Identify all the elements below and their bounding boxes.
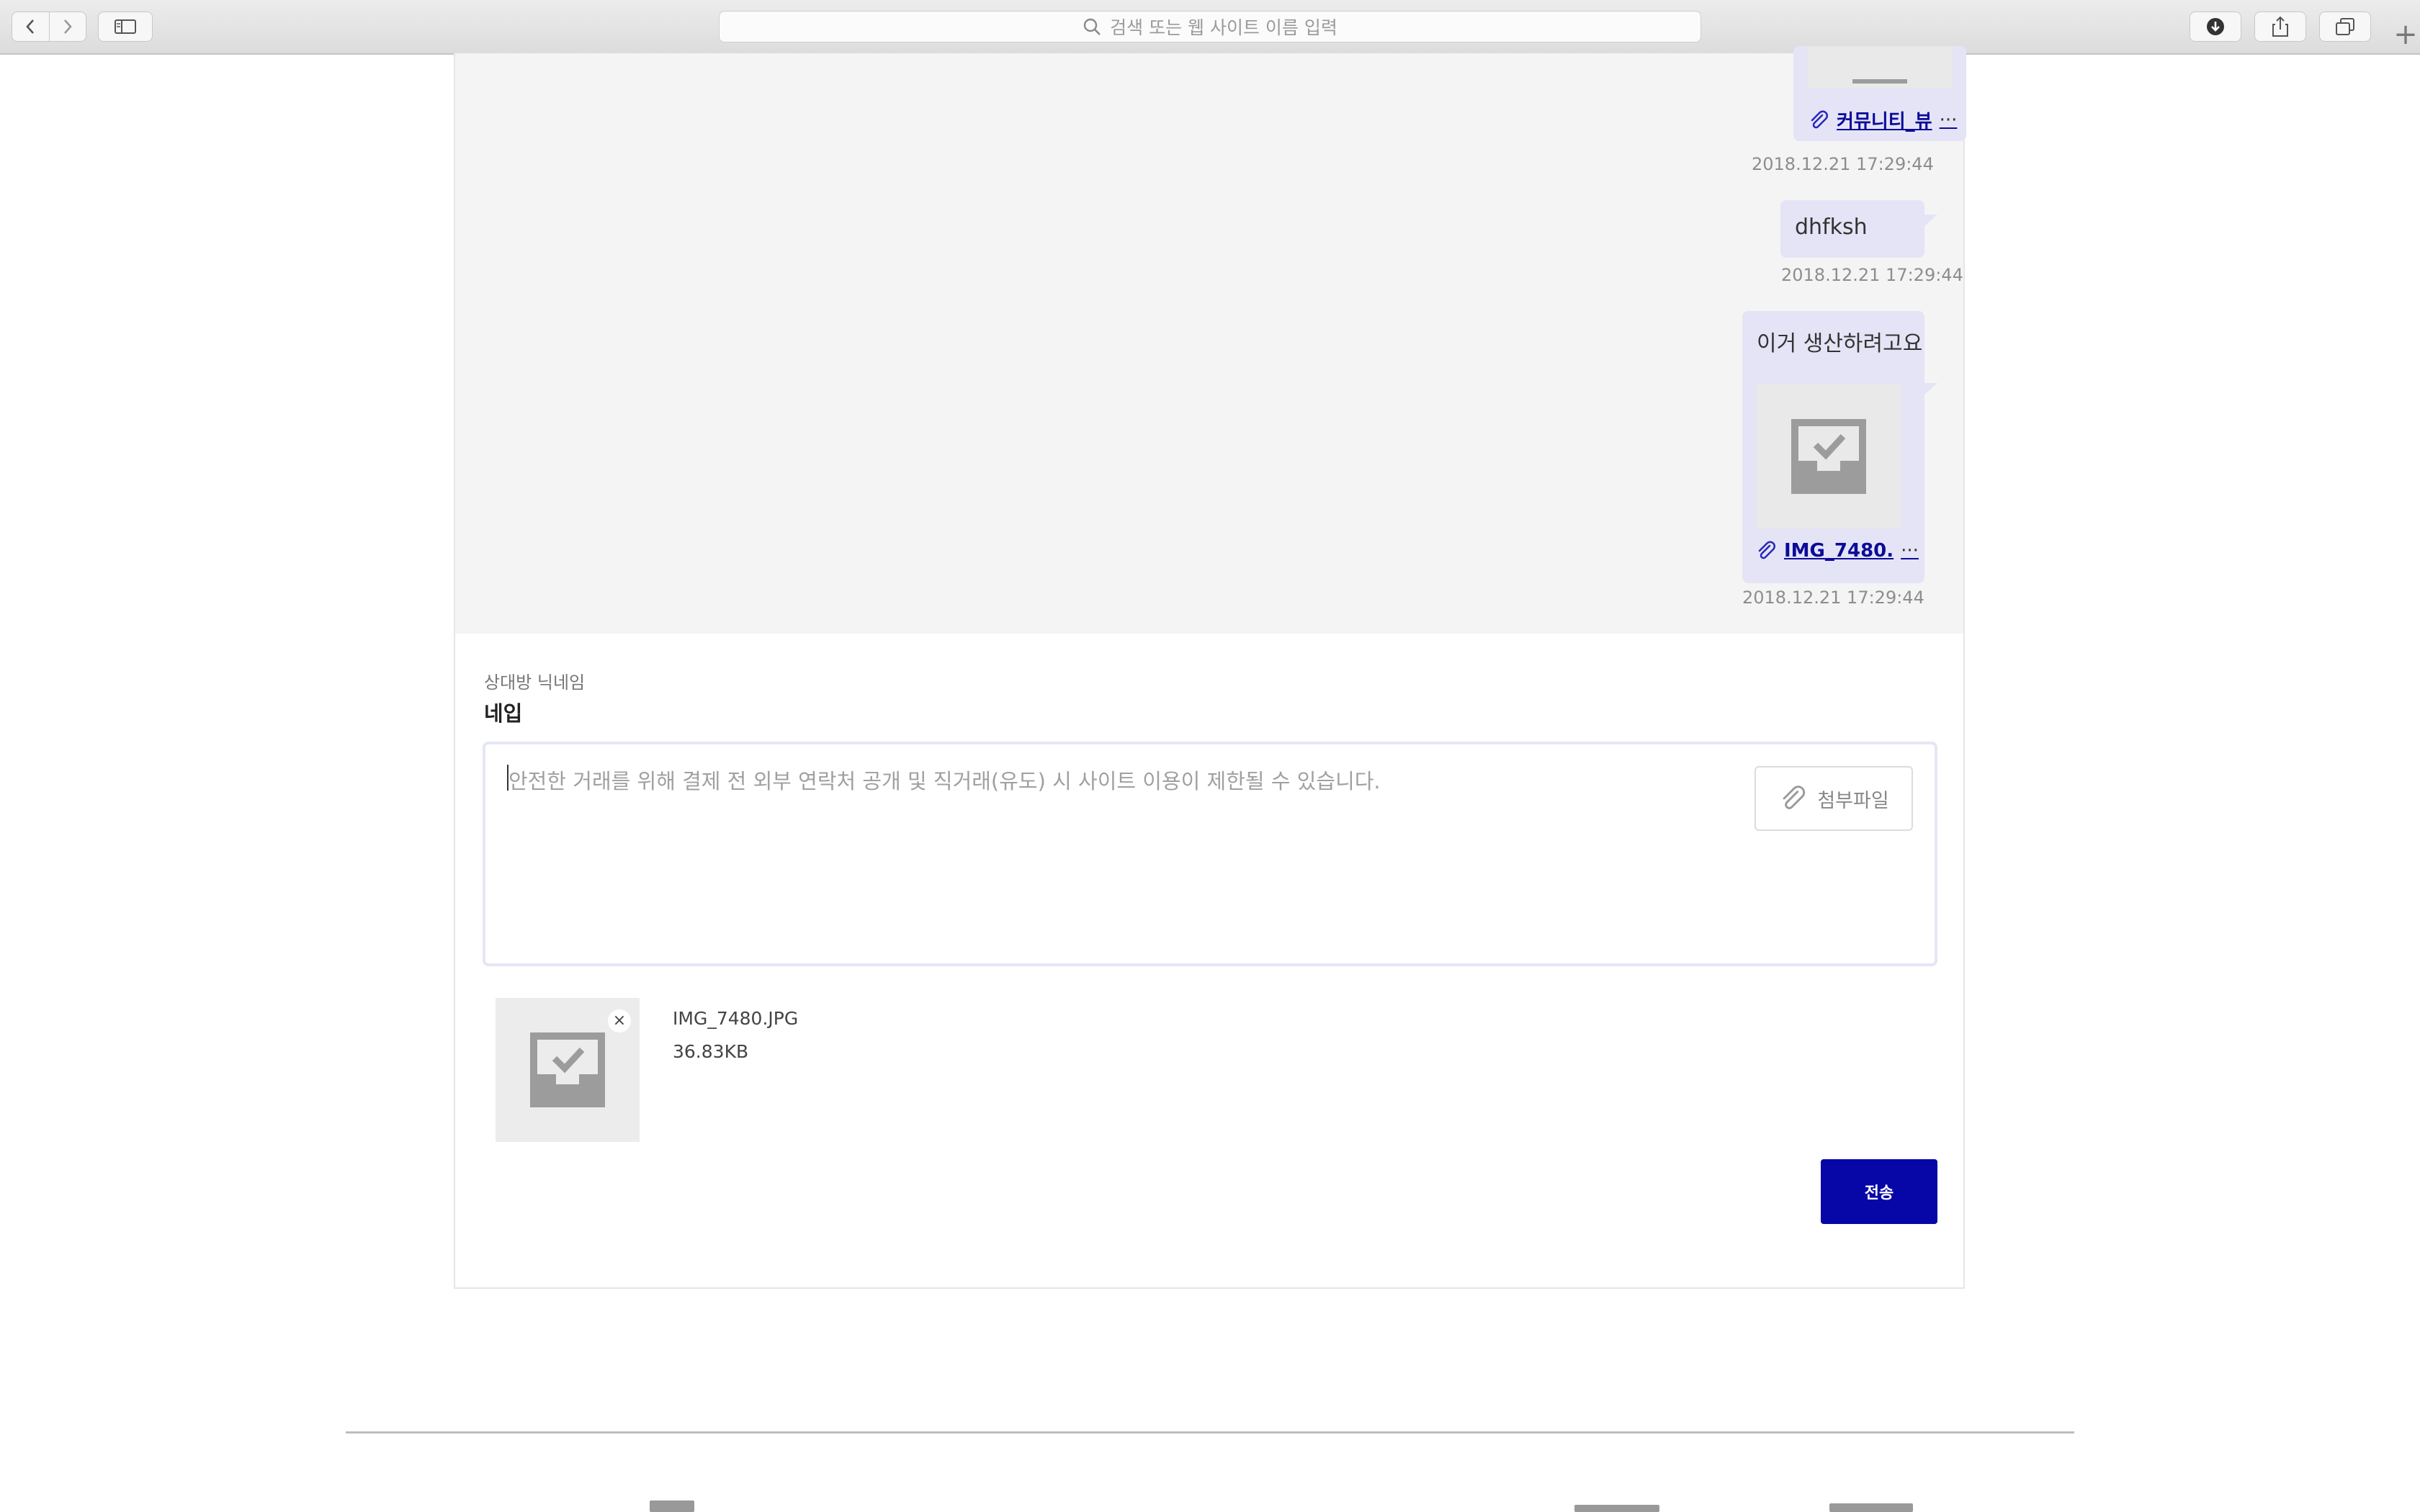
message-bubble: 커뮤니티_뷰 ··· (1793, 46, 1966, 141)
message-bubble: dhfksh (1780, 200, 1924, 258)
image-placeholder-icon (1852, 79, 1907, 84)
message-timestamp: 2018.12.21 17:29:44 (1742, 588, 1924, 608)
send-button[interactable]: 전송 (1821, 1159, 1937, 1224)
share-button[interactable] (2254, 12, 2306, 42)
download-icon (2207, 18, 2224, 35)
message-box: 첨부파일 (483, 742, 1937, 966)
new-tab-button[interactable]: + (2391, 16, 2420, 53)
attachment-link[interactable]: 커뮤니티_뷰 ··· (1808, 107, 1957, 133)
message-text: dhfksh (1795, 215, 1868, 240)
image-placeholder-icon (1791, 419, 1866, 494)
message-bubble: 이거 생산하려고요 IMG_7480. ··· (1742, 311, 1924, 583)
message-input[interactable] (507, 763, 1691, 946)
text-caret (507, 765, 508, 791)
paperclip-icon (1783, 786, 1806, 809)
paperclip-icon (1758, 541, 1775, 559)
remove-attachment-button[interactable]: × (608, 1009, 631, 1032)
address-placeholder: 검색 또는 웹 사이트 이름 입력 (1110, 17, 1337, 38)
attachment-file-size: 36.83KB (673, 1041, 749, 1062)
tabs-overview-button[interactable] (2319, 12, 2371, 42)
search-icon (1083, 18, 1101, 35)
image-thumbnail[interactable] (1808, 46, 1952, 88)
browser-toolbar: 검색 또는 웹 사이트 이름 입력 + (0, 0, 2420, 55)
attach-file-label: 첨부파일 (1817, 789, 1889, 812)
sidebar-icon (115, 19, 136, 34)
downloads-button[interactable] (2190, 12, 2241, 42)
footer-link-fragment[interactable] (1829, 1503, 1913, 1512)
footer-logo-fragment (650, 1500, 694, 1512)
footer-link-fragment[interactable] (1574, 1505, 1659, 1512)
attachment-filename: IMG_7480. (1784, 540, 1894, 562)
chat-history[interactable]: 커뮤니티_뷰 ··· 2018.12.21 17:29:44 dhfksh 20… (454, 46, 1966, 634)
tabs-icon (2336, 18, 2354, 35)
attachment-link[interactable]: IMG_7480. ··· (1755, 540, 1919, 562)
address-bar[interactable]: 검색 또는 웹 사이트 이름 입력 (719, 11, 1701, 42)
image-placeholder-icon (530, 1032, 605, 1107)
history-nav (12, 12, 86, 42)
sidebar-toggle-button[interactable] (98, 12, 153, 42)
message-timestamp: 2018.12.21 17:29:44 (1752, 154, 1934, 174)
chevron-right-icon (63, 19, 72, 34)
ellipsis: ··· (1939, 109, 1958, 131)
footer-divider (346, 1431, 2074, 1434)
message-text: 이거 생산하려고요 (1757, 331, 1923, 356)
compose-panel: 상대방 닉네임 네입 첨부파일 × IMG_7480.JPG 36.83KB 전… (454, 634, 1965, 1289)
attachment-filename: 커뮤니티_뷰 (1837, 111, 1932, 132)
partner-name: 네입 (484, 701, 523, 726)
ellipsis: ··· (1901, 540, 1919, 562)
chevron-left-icon (26, 19, 35, 34)
bubble-tail (1924, 215, 1937, 226)
paperclip-icon (1811, 110, 1828, 128)
attach-file-button[interactable]: 첨부파일 (1754, 766, 1913, 831)
forward-button[interactable] (48, 12, 86, 41)
attachment-file-name: IMG_7480.JPG (673, 1008, 799, 1029)
back-button[interactable] (12, 12, 49, 41)
message-timestamp: 2018.12.21 17:29:44 (1781, 265, 1963, 285)
share-icon (2272, 16, 2288, 37)
partner-label: 상대방 닉네임 (484, 672, 586, 693)
image-thumbnail[interactable] (1757, 384, 1901, 528)
bubble-tail (1924, 383, 1937, 395)
attachment-preview: × (496, 998, 640, 1142)
